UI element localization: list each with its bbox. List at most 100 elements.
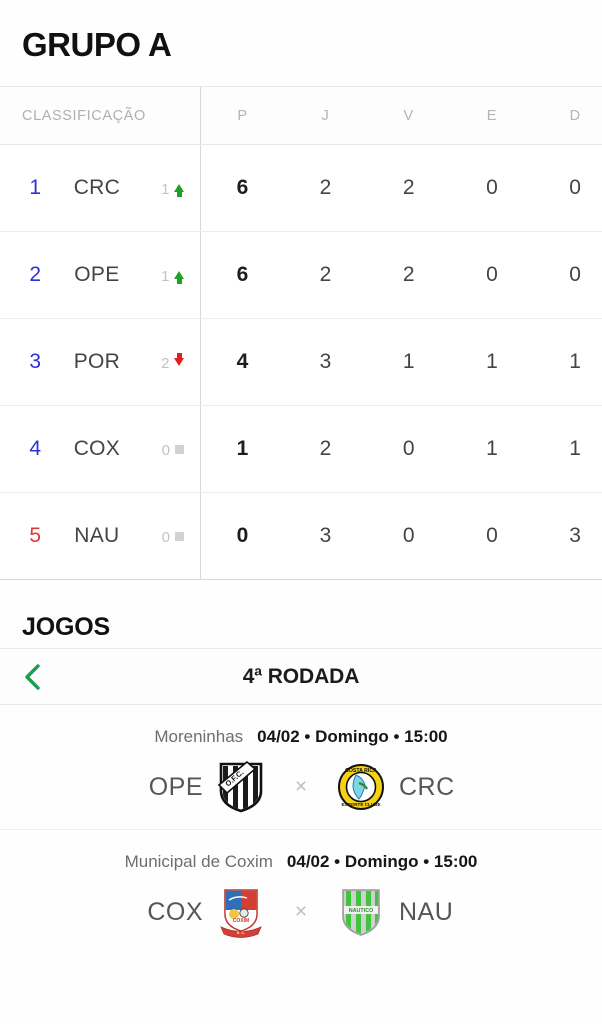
home-team-abbr: OPE bbox=[148, 772, 203, 801]
column-header-d: D bbox=[533, 86, 602, 145]
svg-text:COSTA RICA: COSTA RICA bbox=[345, 768, 377, 774]
movement-value: 1 bbox=[161, 181, 170, 198]
table-row[interactable]: 1 CRC 1 6 2 2 0 0 5 bbox=[0, 144, 602, 232]
column-header-e: E bbox=[450, 86, 534, 145]
away-team-abbr: CRC bbox=[399, 772, 455, 801]
standings-header-row: CLASSIFICAÇÃO P J V E D G bbox=[0, 86, 602, 145]
away-team-abbr: NAU bbox=[399, 897, 454, 926]
row-movement: 0 bbox=[141, 405, 201, 493]
row-points: 6 bbox=[200, 144, 284, 232]
match-venue: Moreninhas bbox=[154, 727, 244, 746]
match-card[interactable]: Moreninhas 04/02 • Domingo • 15:00 OPE O… bbox=[0, 705, 602, 830]
arrow-up-icon bbox=[174, 271, 185, 285]
column-header-j: J bbox=[283, 86, 368, 145]
svg-text:ESPORTE CLUBE: ESPORTE CLUBE bbox=[341, 802, 380, 807]
row-team: POR bbox=[52, 318, 142, 406]
row-draws: 0 bbox=[450, 492, 534, 580]
square-flat-icon bbox=[174, 444, 184, 454]
match-home-side: COX COXIM E. C. bbox=[55, 886, 265, 938]
row-wins: 0 bbox=[367, 492, 451, 580]
match-card[interactable]: Municipal de Coxim 04/02 • Domingo • 15:… bbox=[0, 830, 602, 954]
row-points: 0 bbox=[200, 492, 284, 580]
chevron-left-icon[interactable] bbox=[22, 662, 44, 692]
round-navigation-bar: 4ª RODADA bbox=[0, 648, 602, 705]
column-header-classificacao: CLASSIFICAÇÃO bbox=[0, 86, 201, 145]
row-draws: 0 bbox=[450, 144, 534, 232]
row-losses: 1 bbox=[533, 405, 602, 493]
row-team: NAU bbox=[52, 492, 142, 580]
table-row[interactable]: 2 OPE 1 6 2 2 0 0 4 bbox=[0, 231, 602, 319]
row-points: 4 bbox=[200, 318, 284, 406]
row-draws: 1 bbox=[450, 405, 534, 493]
row-points: 6 bbox=[200, 231, 284, 319]
row-movement: 1 bbox=[141, 231, 201, 319]
coxim-crest: COXIM E. C. bbox=[217, 886, 265, 938]
arrow-up-icon bbox=[174, 184, 185, 198]
row-movement: 1 bbox=[141, 144, 201, 232]
row-losses: 1 bbox=[533, 318, 602, 406]
home-team-abbr: COX bbox=[147, 897, 203, 926]
row-games: 2 bbox=[283, 144, 368, 232]
match-datetime: 04/02 • Domingo • 15:00 bbox=[257, 727, 448, 746]
page-title: GRUPO A bbox=[22, 26, 172, 63]
match-away-side: NAUTICO NAU bbox=[337, 886, 547, 938]
movement-value: 2 bbox=[161, 355, 170, 372]
table-row[interactable]: 3 POR 2 4 3 1 1 1 3 bbox=[0, 318, 602, 406]
row-rank: 3 bbox=[0, 318, 53, 406]
table-row[interactable]: 4 COX 0 1 2 0 1 1 1 bbox=[0, 405, 602, 493]
row-wins: 0 bbox=[367, 405, 451, 493]
row-wins: 2 bbox=[367, 231, 451, 319]
column-header-v: V bbox=[367, 86, 451, 145]
match-meta: Moreninhas 04/02 • Domingo • 15:00 bbox=[0, 727, 602, 747]
row-draws: 1 bbox=[450, 318, 534, 406]
svg-text:NAUTICO: NAUTICO bbox=[349, 908, 374, 914]
square-flat-icon bbox=[174, 531, 184, 541]
arrow-down-icon bbox=[174, 353, 185, 367]
row-rank: 4 bbox=[0, 405, 53, 493]
row-team: OPE bbox=[52, 231, 142, 319]
match-separator: × bbox=[294, 775, 308, 798]
match-away-side: COSTA RICA ESPORTE CLUBE CRC bbox=[337, 761, 547, 813]
standings-page: GRUPO A CLASSIFICAÇÃO P J V E D G bbox=[0, 0, 602, 1024]
row-movement: 0 bbox=[141, 492, 201, 580]
row-games: 2 bbox=[283, 405, 368, 493]
row-team: CRC bbox=[52, 144, 142, 232]
standings-body: 1 CRC 1 6 2 2 0 0 5 2 OPE 1 bbox=[0, 144, 602, 580]
standings-table: CLASSIFICAÇÃO P J V E D G 1 CRC 1 6 bbox=[0, 86, 602, 580]
row-losses: 3 bbox=[533, 492, 602, 580]
nautico-crest: NAUTICO bbox=[337, 886, 385, 938]
operario-crest: O.F.C. bbox=[217, 760, 265, 813]
row-team: COX bbox=[52, 405, 142, 493]
row-draws: 0 bbox=[450, 231, 534, 319]
row-points: 1 bbox=[200, 405, 284, 493]
costa-rica-crest: COSTA RICA ESPORTE CLUBE bbox=[337, 761, 385, 813]
row-losses: 0 bbox=[533, 231, 602, 319]
row-movement: 2 bbox=[141, 318, 201, 406]
match-datetime: 04/02 • Domingo • 15:00 bbox=[286, 852, 478, 871]
row-rank: 5 bbox=[0, 492, 53, 580]
match-separator: × bbox=[294, 900, 308, 923]
svg-text:E. C.: E. C. bbox=[237, 931, 245, 935]
row-rank: 1 bbox=[0, 144, 53, 232]
row-losses: 0 bbox=[533, 144, 602, 232]
round-label: 4ª RODADA bbox=[242, 664, 360, 688]
row-games: 2 bbox=[283, 231, 368, 319]
jogos-heading: JOGOS bbox=[22, 613, 110, 641]
row-games: 3 bbox=[283, 318, 368, 406]
row-wins: 1 bbox=[367, 318, 451, 406]
movement-value: 0 bbox=[161, 529, 170, 546]
match-meta: Municipal de Coxim 04/02 • Domingo • 15:… bbox=[0, 852, 602, 872]
column-header-p: P bbox=[200, 86, 284, 145]
row-rank: 2 bbox=[0, 231, 53, 319]
movement-value: 1 bbox=[161, 268, 170, 285]
table-row[interactable]: 5 NAU 0 0 3 0 0 3 1 bbox=[0, 492, 602, 580]
row-games: 3 bbox=[283, 492, 368, 580]
svg-text:COXIM: COXIM bbox=[233, 918, 249, 924]
match-home-side: OPE O.F.C. bbox=[55, 760, 265, 813]
movement-value: 0 bbox=[161, 442, 170, 459]
match-teams: OPE O.F.C. × COSTA RICA ESPORTE CLUBE CR… bbox=[0, 760, 602, 813]
match-venue: Municipal de Coxim bbox=[124, 852, 273, 871]
row-wins: 2 bbox=[367, 144, 451, 232]
match-teams: COX COXIM E. C. × NAUTICO NAU bbox=[0, 886, 602, 938]
standings-table-wrap: CLASSIFICAÇÃO P J V E D G 1 CRC 1 6 bbox=[0, 86, 602, 580]
